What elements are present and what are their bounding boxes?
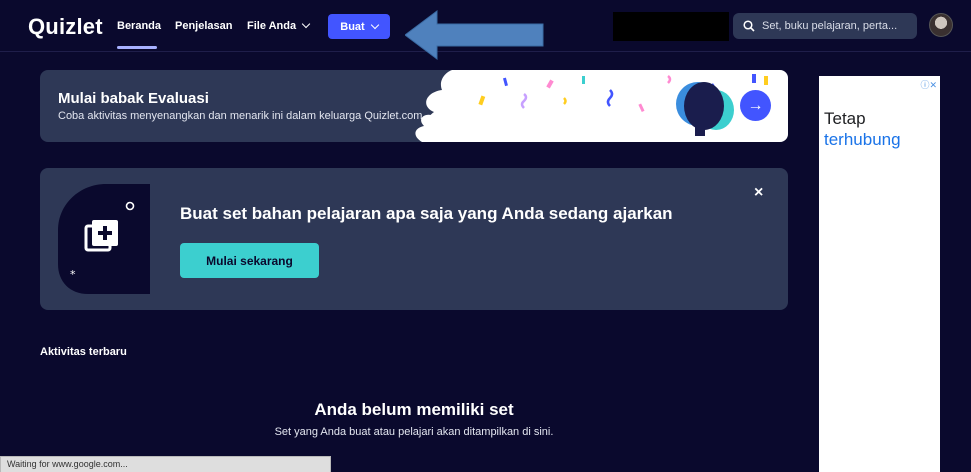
ad-choices-icon[interactable]: ⓘ✕	[920, 78, 937, 91]
nav-explanations[interactable]: Penjelasan	[175, 20, 232, 32]
create-set-banner-title: Buat set bahan pelajaran apa saja yang A…	[180, 204, 673, 223]
empty-state-subtitle: Set yang Anda buat atau pelajari akan di…	[274, 426, 554, 438]
create-set-banner: * Buat set bahan pelajaran apa saja yang…	[40, 168, 788, 310]
nav-home[interactable]: Beranda	[117, 20, 161, 32]
chevron-down-icon	[301, 19, 311, 29]
search-placeholder: Set, buku pelajaran, perta...	[762, 20, 898, 32]
recent-activity-heading: Aktivitas terbaru	[40, 346, 127, 358]
nav-active-indicator	[117, 46, 157, 49]
arrow-right-icon[interactable]: →	[740, 90, 771, 121]
browser-status-bar: Waiting for www.google.com...	[0, 456, 331, 472]
quizlet-logo[interactable]: Quizlet	[28, 14, 103, 40]
top-nav: Quizlet Beranda Penjelasan File Anda Bua…	[0, 0, 971, 60]
ad-text-line2: terhubung	[824, 130, 901, 149]
search-icon	[743, 20, 755, 32]
nav-your-files[interactable]: File Anda	[247, 19, 311, 32]
evaluation-banner[interactable]: Mulai babak Evaluasi Coba aktivitas meny…	[40, 70, 788, 142]
search-input[interactable]: Set, buku pelajaran, perta...	[733, 13, 917, 39]
start-now-button[interactable]: Mulai sekarang	[180, 243, 319, 278]
annotation-arrow-icon	[405, 10, 544, 60]
close-icon[interactable]: ×	[754, 184, 763, 202]
redacted-block	[613, 12, 729, 41]
empty-state-title: Anda belum memiliki set	[314, 400, 514, 419]
avatar[interactable]	[929, 13, 953, 37]
nav-your-files-label: File Anda	[247, 20, 297, 32]
confetti-illustration-icon	[415, 70, 788, 142]
evaluation-banner-subtitle: Coba aktivitas menyenangkan dan menarik …	[58, 110, 423, 122]
ad-panel[interactable]: ⓘ✕ Tetap terhubung	[819, 76, 940, 472]
chevron-down-icon	[370, 20, 379, 29]
svg-text:*: *	[70, 268, 76, 281]
ad-text-line1: Tetap	[824, 109, 866, 128]
create-button-label: Buat	[340, 20, 365, 33]
create-button[interactable]: Buat	[328, 14, 390, 39]
add-set-illustration-icon: *	[58, 184, 150, 294]
evaluation-banner-title: Mulai babak Evaluasi	[58, 90, 209, 107]
